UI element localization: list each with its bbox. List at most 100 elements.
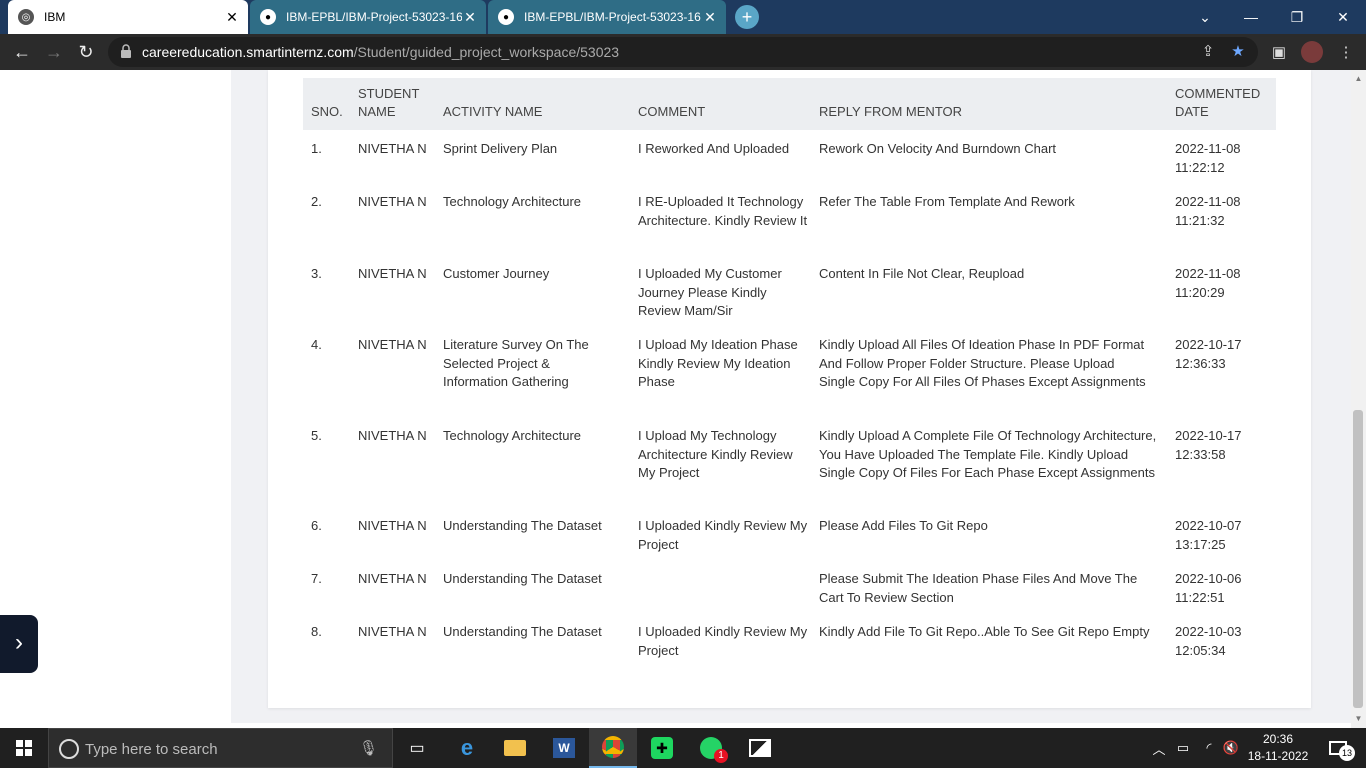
cell-comment: I Reworked And Uploaded <box>638 141 790 156</box>
game-app-icon[interactable]: ✚ <box>638 728 686 768</box>
start-button[interactable] <box>0 728 48 768</box>
close-icon[interactable]: ✕ <box>462 9 478 25</box>
microphone-icon[interactable]: 🎙 <box>359 739 378 757</box>
cell-time: 13:17:25 <box>1175 537 1226 552</box>
url-text: careereducation.smartinternz.com/Student… <box>142 44 620 60</box>
scroll-up-arrow-icon[interactable]: ▲ <box>1351 72 1366 86</box>
tab-github-1[interactable]: ● IBM-EPBL/IBM-Project-53023-16 ✕ <box>250 0 486 34</box>
tab-github-2[interactable]: ● IBM-EPBL/IBM-Project-53023-16 ✕ <box>488 0 726 34</box>
table-row: 4. NIVETHA N Literature Survey On The Se… <box>303 336 1276 424</box>
browser-toolbar: ← → ↻ careereducation.smartinternz.com/S… <box>0 34 1366 70</box>
volume-muted-icon[interactable]: 🔇 <box>1220 728 1242 768</box>
back-arrow-icon[interactable]: ← <box>10 40 34 64</box>
notification-center-icon[interactable]: 13 <box>1318 728 1358 768</box>
minimize-button[interactable]: — <box>1228 0 1274 34</box>
cell-student-name: NIVETHA N <box>358 624 427 639</box>
cell-time: 12:33:58 <box>1175 447 1226 462</box>
task-view-icon[interactable]: ▭ <box>393 728 441 768</box>
cell-student-name: NIVETHA N <box>358 266 427 281</box>
cell-reply: Kindly Add File To Git Repo..Able To See… <box>819 624 1150 639</box>
browser-tab-strip: ◎ IBM ✕ ● IBM-EPBL/IBM-Project-53023-16 … <box>0 0 1366 34</box>
cell-time: 11:20:29 <box>1175 285 1225 300</box>
search-icon <box>59 739 79 759</box>
cell-sno: 2. <box>311 194 322 209</box>
whatsapp-icon[interactable]: 1 <box>687 728 735 768</box>
notification-count: 13 <box>1339 745 1355 761</box>
maximize-button[interactable]: ❐ <box>1274 0 1320 34</box>
close-icon[interactable]: ✕ <box>224 9 240 25</box>
cell-student-name: NIVETHA N <box>358 428 427 443</box>
edge-icon[interactable]: e <box>443 728 491 768</box>
cell-sno: 3. <box>311 266 322 281</box>
cell-reply: Kindly Upload All Files Of Ideation Phas… <box>819 337 1146 390</box>
window-close-button[interactable]: ✕ <box>1320 0 1366 34</box>
cell-date: 2022-11-08 <box>1175 194 1241 209</box>
search-placeholder: Type here to search <box>85 741 218 758</box>
tab-ibm[interactable]: ◎ IBM ✕ <box>8 0 248 34</box>
cell-student-name: NIVETHA N <box>358 337 427 352</box>
chrome-icon[interactable] <box>589 728 637 768</box>
cell-sno: 8. <box>311 624 322 639</box>
windows-taskbar: Type here to search 🎙 ▭ e W ✚ 1 ︿ ▭ ◜ 🔇 … <box>0 728 1366 768</box>
word-icon[interactable]: W <box>540 728 588 768</box>
tab-title: IBM <box>44 10 66 24</box>
wifi-icon[interactable]: ◜ <box>1198 728 1220 768</box>
scrollbar-thumb[interactable] <box>1353 410 1363 708</box>
cell-comment: I Upload My Technology Architecture Kind… <box>638 428 793 481</box>
cell-activity: Understanding The Dataset <box>443 518 602 533</box>
cell-time: 11:22:12 <box>1175 160 1225 175</box>
forward-arrow-icon[interactable]: → <box>42 40 66 64</box>
table-row: 7. NIVETHA N Understanding The Dataset P… <box>303 570 1276 620</box>
cell-date: 2022-10-06 <box>1175 571 1242 586</box>
cell-student-name: NIVETHA N <box>358 194 427 209</box>
share-icon[interactable]: ⇪ <box>1198 42 1218 62</box>
taskbar-search[interactable]: Type here to search 🎙 <box>48 728 393 768</box>
cell-date: 2022-10-03 <box>1175 624 1242 639</box>
globe-icon: ◎ <box>18 9 34 25</box>
cell-student-name: NIVETHA N <box>358 141 427 156</box>
header-reply-from-mentor: REPLY FROM MENTOR <box>819 104 963 119</box>
header-student-name-line1: STUDENT <box>358 86 420 101</box>
close-icon[interactable]: ✕ <box>702 9 718 25</box>
cell-date: 2022-10-07 <box>1175 518 1242 533</box>
tab-title: IBM-EPBL/IBM-Project-53023-16 <box>524 10 701 24</box>
show-hidden-icons-chevron-icon[interactable]: ︿ <box>1150 728 1168 768</box>
page-viewport: SNO. STUDENT NAME ACTIVITY NAME COMMENT … <box>0 70 1366 728</box>
cell-reply: Refer The Table From Template And Rework <box>819 194 1075 209</box>
file-explorer-icon[interactable] <box>491 728 539 768</box>
cell-comment: I Upload My Ideation Phase Kindly Review… <box>638 337 798 390</box>
table-row: 2. NIVETHA N Technology Architecture I R… <box>303 193 1276 263</box>
battery-icon[interactable]: ▭ <box>1172 728 1194 768</box>
header-commented-date-line1: COMMENTED <box>1175 86 1261 101</box>
reload-icon[interactable]: ↻ <box>74 40 98 64</box>
cell-time: 12:36:33 <box>1175 356 1226 371</box>
table-row: 8. NIVETHA N Understanding The Dataset I… <box>303 623 1276 673</box>
photos-icon[interactable] <box>736 728 784 768</box>
cell-reply: Please Add Files To Git Repo <box>819 518 988 533</box>
cell-sno: 7. <box>311 571 322 586</box>
lock-icon <box>121 44 131 58</box>
side-panel-icon[interactable]: ▣ <box>1269 43 1289 63</box>
table-row: 3. NIVETHA N Customer Journey I Uploaded… <box>303 265 1276 335</box>
chevron-right-icon: › <box>15 629 23 656</box>
scroll-down-arrow-icon[interactable]: ▼ <box>1351 712 1366 726</box>
tab-search-chevron-icon[interactable]: ⌄ <box>1182 0 1228 34</box>
cell-comment: I Uploaded My Customer Journey Please Ki… <box>638 266 782 319</box>
header-commented-date-line2: DATE <box>1175 104 1209 119</box>
bookmark-star-icon[interactable]: ★ <box>1228 42 1248 62</box>
sidebar-expand-button[interactable]: › <box>0 615 38 673</box>
github-icon: ● <box>260 9 276 25</box>
cell-comment: I Uploaded Kindly Review My Project <box>638 518 808 552</box>
tab-title: IBM-EPBL/IBM-Project-53023-16 <box>286 10 463 24</box>
profile-avatar[interactable] <box>1301 41 1323 63</box>
menu-kebab-icon[interactable]: ⋮ <box>1336 43 1356 63</box>
table-row: 5. NIVETHA N Technology Architecture I U… <box>303 427 1276 515</box>
address-bar[interactable]: careereducation.smartinternz.com/Student… <box>108 37 1258 67</box>
cell-comment: I Uploaded Kindly Review My Project <box>638 624 808 658</box>
windows-logo-icon <box>16 740 32 756</box>
system-clock[interactable]: 20:36 18-11-2022 <box>1246 731 1310 765</box>
cell-reply: Please Submit The Ideation Phase Files A… <box>819 571 1138 605</box>
whatsapp-badge: 1 <box>714 749 728 763</box>
header-comment: COMMENT <box>638 104 706 119</box>
new-tab-button[interactable]: + <box>735 5 759 29</box>
